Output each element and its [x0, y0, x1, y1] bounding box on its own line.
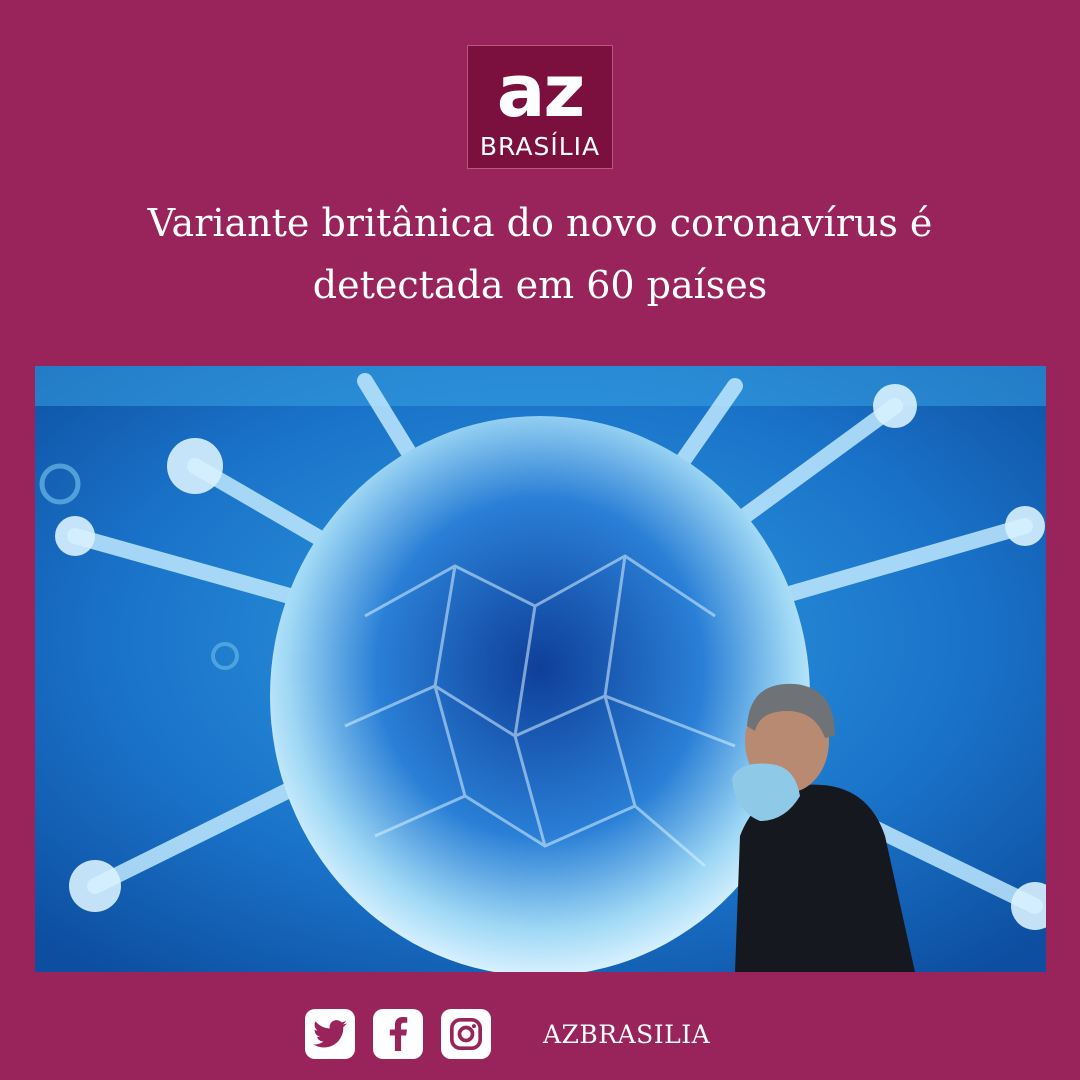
instagram-icon[interactable]: [441, 1009, 491, 1059]
logo-subtitle: BRASÍLIA: [479, 132, 601, 161]
brand-logo: az BRASÍLIA: [467, 45, 613, 169]
logo-az-text: az: [496, 49, 586, 133]
news-photo: [35, 366, 1046, 972]
headline: Variante britânica do novo coronavírus é…: [147, 201, 933, 307]
facebook-icon[interactable]: [373, 1009, 423, 1059]
twitter-icon[interactable]: [305, 1009, 355, 1059]
social-handle[interactable]: AZBRASILIA: [543, 1020, 710, 1049]
social-bar: AZBRASILIA: [305, 1008, 710, 1060]
